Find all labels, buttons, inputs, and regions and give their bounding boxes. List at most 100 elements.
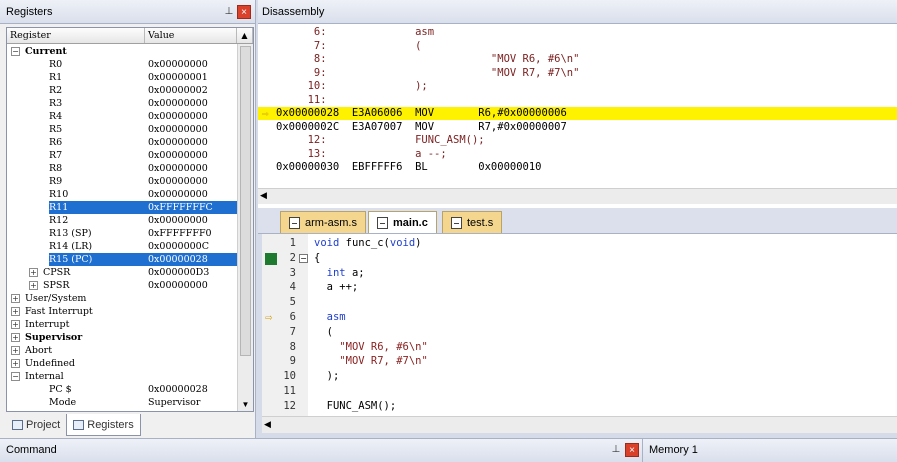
register-row[interactable]: R0 0x00000000: [7, 58, 237, 71]
register-row[interactable]: − Internal: [7, 370, 237, 383]
tab-test-s[interactable]: test.s: [442, 211, 503, 233]
register-row[interactable]: R15 (PC) 0x00000028: [7, 253, 237, 266]
expand-icon[interactable]: +: [11, 294, 20, 303]
tab-arm-asm-s[interactable]: arm-asm.s: [280, 211, 366, 233]
source-line[interactable]: 13: a --;: [258, 148, 897, 161]
register-value[interactable]: [145, 357, 237, 370]
register-value[interactable]: 0x00000000: [145, 110, 237, 123]
expand-icon[interactable]: +: [11, 333, 20, 342]
register-value[interactable]: 0x00000000: [145, 162, 237, 175]
tab-registers[interactable]: Registers: [66, 414, 141, 436]
register-row[interactable]: + Undefined: [7, 357, 237, 370]
register-row[interactable]: Mode Supervisor: [7, 396, 237, 409]
register-value[interactable]: 0x00000000: [145, 97, 237, 110]
register-value[interactable]: 0x00000000: [145, 175, 237, 188]
code-line[interactable]: 12 FUNC_ASM();: [262, 399, 897, 414]
register-row[interactable]: R2 0x00000002: [7, 84, 237, 97]
register-row[interactable]: R6 0x00000000: [7, 136, 237, 149]
register-value[interactable]: 0x00000000: [145, 279, 237, 292]
register-row[interactable]: + Supervisor: [7, 331, 237, 344]
register-row[interactable]: + CPSR 0x000000D3: [7, 266, 237, 279]
register-value[interactable]: [145, 318, 237, 331]
code-line[interactable]: 9 "MOV R7, #7\n": [262, 354, 897, 369]
register-row[interactable]: − Current: [7, 45, 237, 58]
register-value[interactable]: [145, 331, 237, 344]
disassembly-listing[interactable]: 6: asm 7: ( 8: "MOV R6, #6\n" 9: "MOV R7…: [258, 24, 897, 188]
code-line[interactable]: 11: [262, 384, 897, 399]
register-value[interactable]: [145, 305, 237, 318]
expand-icon[interactable]: +: [29, 281, 38, 290]
code-line[interactable]: ⇨ 6 asm: [262, 310, 897, 325]
command-title[interactable]: Command: [6, 444, 57, 456]
register-row[interactable]: R7 0x00000000: [7, 149, 237, 162]
collapse-icon[interactable]: −: [11, 47, 20, 56]
expand-icon[interactable]: +: [11, 359, 20, 368]
expand-icon[interactable]: +: [11, 320, 20, 329]
register-value[interactable]: 0x00000002: [145, 84, 237, 97]
register-value[interactable]: 0x00000000: [145, 214, 237, 227]
code-line[interactable]: 5: [262, 295, 897, 310]
asm-instruction-line[interactable]: 0x00000030 EBFFFFF6 BL 0x00000010: [258, 161, 897, 174]
register-row[interactable]: R9 0x00000000: [7, 175, 237, 188]
breakpoint-marker[interactable]: [265, 252, 277, 265]
disassembly-hscrollbar[interactable]: ◀: [258, 188, 897, 204]
register-row[interactable]: R12 0x00000000: [7, 214, 237, 227]
source-line[interactable]: 6: asm: [258, 26, 897, 39]
register-value[interactable]: 0x00000028: [145, 253, 237, 266]
scrollbar-thumb[interactable]: [240, 46, 251, 356]
collapse-icon[interactable]: −: [299, 253, 308, 263]
code-line[interactable]: 1 void func_c(void): [262, 236, 897, 251]
pin-icon[interactable]: ⊥: [608, 444, 624, 455]
register-row[interactable]: R10 0x00000000: [7, 188, 237, 201]
asm-instruction-line[interactable]: 0x0000002C E3A07007 MOV R7,#0x00000007: [258, 121, 897, 134]
source-line[interactable]: 10: );: [258, 80, 897, 93]
code-line[interactable]: 3 int a;: [262, 266, 897, 281]
code-line[interactable]: 2−{: [262, 251, 897, 266]
register-row[interactable]: R4 0x00000000: [7, 110, 237, 123]
register-row[interactable]: R1 0x00000001: [7, 71, 237, 84]
register-row[interactable]: + Abort: [7, 344, 237, 357]
source-line[interactable]: 7: (: [258, 40, 897, 53]
registers-scrollbar[interactable]: ▼: [237, 44, 253, 411]
close-icon[interactable]: ×: [625, 443, 639, 457]
column-register[interactable]: Register: [7, 28, 145, 43]
register-row[interactable]: PC $ 0x00000028: [7, 383, 237, 396]
tab-main-c[interactable]: main.c: [368, 211, 437, 233]
tab-project[interactable]: Project: [6, 414, 66, 436]
memory-title[interactable]: Memory 1: [642, 439, 897, 462]
register-value[interactable]: [145, 344, 237, 357]
register-value[interactable]: 0x00000001: [145, 71, 237, 84]
scroll-left-arrow-icon[interactable]: ◀: [260, 190, 267, 201]
source-line[interactable]: 9: "MOV R7, #7\n": [258, 67, 897, 80]
scroll-down-arrow-icon[interactable]: ▼: [238, 400, 253, 409]
register-value[interactable]: [145, 45, 237, 58]
register-row[interactable]: + User/System: [7, 292, 237, 305]
editor-hscrollbar[interactable]: ◀: [262, 416, 897, 433]
expand-icon[interactable]: +: [29, 268, 38, 277]
column-value[interactable]: Value: [145, 28, 237, 43]
register-row[interactable]: R13 (SP) 0xFFFFFFF0: [7, 227, 237, 240]
register-row[interactable]: + SPSR 0x00000000: [7, 279, 237, 292]
register-value[interactable]: 0x00000000: [145, 58, 237, 71]
expand-icon[interactable]: +: [11, 346, 20, 355]
register-value[interactable]: 0x000000D3: [145, 266, 237, 279]
register-row[interactable]: R11 0xFFFFFFFC: [7, 201, 237, 214]
collapse-icon[interactable]: −: [11, 372, 20, 381]
expand-icon[interactable]: +: [11, 307, 20, 316]
source-line[interactable]: 12: FUNC_ASM();: [258, 134, 897, 147]
register-value[interactable]: [145, 292, 237, 305]
scroll-left-arrow-icon[interactable]: ◀: [264, 419, 271, 430]
pin-icon[interactable]: ⊥: [221, 6, 237, 17]
register-value[interactable]: 0xFFFFFFF0: [145, 227, 237, 240]
register-value[interactable]: 0x00000028: [145, 383, 237, 396]
source-line[interactable]: 8: "MOV R6, #6\n": [258, 53, 897, 66]
code-editor[interactable]: 1 void func_c(void) 2−{3 int a; 4 a ++; 5 ⇨ 6 …: [262, 234, 897, 416]
register-row[interactable]: R8 0x00000000: [7, 162, 237, 175]
source-line[interactable]: 11:: [258, 94, 897, 107]
register-row[interactable]: R3 0x00000000: [7, 97, 237, 110]
code-line[interactable]: 10 );: [262, 369, 897, 384]
register-value[interactable]: [145, 370, 237, 383]
register-value[interactable]: 0x00000000: [145, 123, 237, 136]
asm-instruction-line[interactable]: ⇨ 0x00000028 E3A06006 MOV R6,#0x00000006: [258, 107, 897, 120]
register-value[interactable]: 0x00000000: [145, 188, 237, 201]
